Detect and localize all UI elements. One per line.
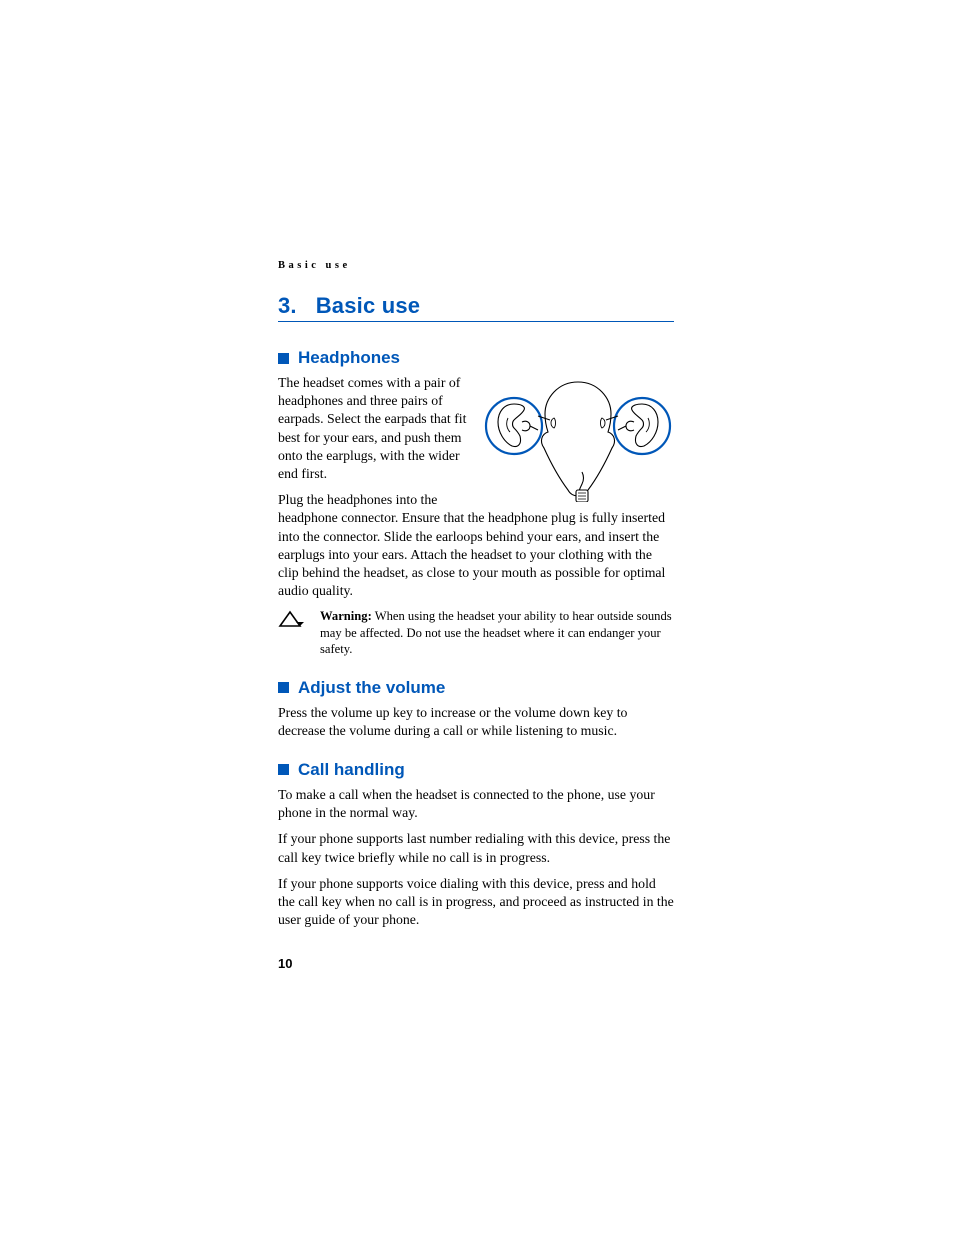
warning-icon	[278, 608, 304, 657]
heading-text: Call handling	[298, 760, 405, 780]
square-bullet-icon	[278, 764, 289, 775]
heading-text: Headphones	[298, 348, 400, 368]
paragraph: Plug the headphones into the headphone c…	[278, 491, 674, 600]
section-heading-call-handling: Call handling	[278, 760, 674, 780]
warning-block: Warning: When using the headset your abi…	[278, 608, 674, 657]
section-headphones: Headphones	[278, 348, 674, 658]
page-number: 10	[278, 956, 292, 971]
chapter-title: 3. Basic use	[278, 293, 674, 322]
square-bullet-icon	[278, 353, 289, 364]
heading-text: Adjust the volume	[298, 678, 445, 698]
paragraph: To make a call when the headset is conne…	[278, 786, 674, 822]
document-page: Basic use 3. Basic use Headphones	[0, 0, 954, 929]
section-call-handling: Call handling To make a call when the he…	[278, 760, 674, 929]
paragraph: If your phone supports voice dialing wit…	[278, 875, 674, 930]
section-adjust-volume: Adjust the volume Press the volume up ke…	[278, 678, 674, 740]
chapter-name: Basic use	[316, 293, 421, 318]
square-bullet-icon	[278, 682, 289, 693]
paragraph: Press the volume up key to increase or t…	[278, 704, 674, 740]
paragraph: If your phone supports last number redia…	[278, 830, 674, 866]
chapter-number: 3.	[278, 293, 297, 318]
warning-body: When using the headset your ability to h…	[320, 609, 672, 656]
headphones-illustration	[482, 374, 674, 502]
warning-text: Warning: When using the headset your abi…	[320, 608, 674, 657]
warning-label: Warning:	[320, 609, 372, 623]
section-heading-adjust-volume: Adjust the volume	[278, 678, 674, 698]
running-header: Basic use	[278, 260, 674, 271]
section-heading-headphones: Headphones	[278, 348, 674, 368]
